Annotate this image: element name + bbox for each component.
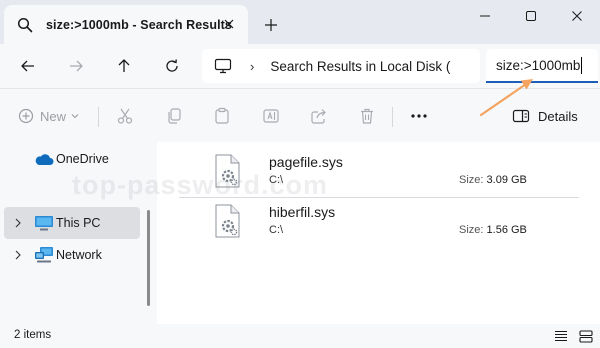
- file-list: pagefile.sys C:\ Size: 3.09 GB hiberfil.…: [157, 142, 600, 324]
- share-button[interactable]: [306, 103, 332, 129]
- computer-icon: [214, 57, 234, 75]
- file-name: pagefile.sys: [269, 154, 343, 170]
- toolbar-divider: [392, 107, 393, 127]
- sidebar-item-label: OneDrive: [56, 152, 109, 166]
- forward-button[interactable]: [63, 53, 89, 79]
- rename-icon: [263, 109, 279, 123]
- system-file-icon: [215, 204, 240, 238]
- chevron-down-icon: [71, 114, 79, 119]
- toolbar-divider: [98, 107, 99, 127]
- navigation-pane: OneDrive This PC Network: [0, 142, 157, 324]
- search-query: size:>1000mb: [496, 57, 581, 73]
- delete-button[interactable]: [354, 103, 380, 129]
- file-size-label: Size:: [459, 224, 484, 236]
- file-size: Size: 3.09 GB: [459, 174, 527, 186]
- new-button[interactable]: New: [18, 103, 88, 129]
- breadcrumb-separator[interactable]: ›: [250, 59, 254, 74]
- title-bar: size:>1000mb - Search Results: [0, 0, 600, 44]
- breadcrumb-location[interactable]: Search Results in Local Disk (: [270, 59, 450, 74]
- plus-circle-icon: [18, 108, 34, 124]
- search-input[interactable]: size:>1000mb: [486, 49, 598, 83]
- close-window-button[interactable]: [554, 0, 600, 32]
- arrow-up-icon: [118, 59, 130, 72]
- file-row[interactable]: pagefile.sys C:\ Size: 3.09 GB: [179, 148, 579, 196]
- chevron-right-icon[interactable]: [13, 250, 23, 260]
- file-row[interactable]: hiberfil.sys C:\ Size: 1.56 GB: [179, 198, 579, 246]
- file-path: C:\: [269, 224, 284, 236]
- file-size-value: 3.09 GB: [486, 174, 527, 186]
- tiles-view-icon: [579, 329, 593, 343]
- copy-icon: [168, 108, 181, 124]
- minimize-button[interactable]: [462, 0, 508, 32]
- details-view-icon: [555, 330, 567, 342]
- navigation-bar: › Search Results in Local Disk ( size:>1…: [0, 44, 600, 88]
- copy-button[interactable]: [161, 103, 187, 129]
- sidebar-item-this-pc[interactable]: This PC: [4, 207, 140, 239]
- new-tab-button[interactable]: [260, 14, 282, 36]
- file-size-value: 1.56 GB: [486, 224, 527, 236]
- close-tab-icon[interactable]: [220, 15, 238, 33]
- monitor-icon: [34, 214, 54, 232]
- details-label: Details: [538, 108, 578, 124]
- network-icon: [34, 246, 54, 264]
- status-bar: 2 items: [0, 324, 600, 348]
- tab-title: size:>1000mb - Search Results: [46, 17, 232, 32]
- item-count: 2 items: [14, 329, 52, 341]
- refresh-icon: [166, 59, 178, 72]
- tab-search-results[interactable]: size:>1000mb - Search Results: [4, 5, 248, 44]
- text-caret: [581, 56, 583, 74]
- up-button[interactable]: [111, 53, 137, 79]
- sidebar-item-label: Network: [56, 248, 102, 262]
- arrow-right-icon: [70, 60, 83, 72]
- back-button[interactable]: [15, 53, 41, 79]
- details-pane-button[interactable]: Details: [512, 103, 592, 129]
- maximize-button[interactable]: [508, 0, 554, 32]
- more-icon: [411, 114, 427, 118]
- address-bar[interactable]: › Search Results in Local Disk (: [202, 49, 480, 83]
- cloud-icon: [34, 150, 54, 168]
- plus-icon: [265, 19, 277, 31]
- scissors-icon: [117, 108, 133, 124]
- arrow-left-icon: [21, 60, 34, 72]
- sidebar-item-onedrive[interactable]: OneDrive: [4, 143, 140, 175]
- share-icon: [311, 109, 326, 124]
- more-options-button[interactable]: [406, 103, 432, 129]
- chevron-right-icon[interactable]: [13, 218, 23, 228]
- rename-button[interactable]: [258, 103, 284, 129]
- details-pane-icon: [512, 109, 530, 123]
- search-icon: [16, 16, 34, 34]
- file-name: hiberfil.sys: [269, 204, 336, 220]
- details-view-button[interactable]: [553, 328, 569, 344]
- system-file-icon: [215, 154, 240, 188]
- command-bar: New Details: [0, 88, 600, 142]
- file-size: Size: 1.56 GB: [459, 224, 527, 236]
- sidebar-scrollbar[interactable]: [147, 210, 150, 306]
- refresh-button[interactable]: [159, 53, 185, 79]
- file-path: C:\: [269, 174, 284, 186]
- maximize-icon: [526, 11, 536, 21]
- minimize-icon: [480, 15, 490, 17]
- clipboard-icon: [215, 107, 229, 124]
- cut-button[interactable]: [112, 103, 138, 129]
- close-icon: [572, 11, 582, 21]
- paste-button[interactable]: [209, 103, 235, 129]
- sidebar-item-network[interactable]: Network: [4, 239, 140, 271]
- trash-icon: [361, 108, 373, 124]
- tiles-view-button[interactable]: [578, 328, 594, 344]
- file-size-label: Size:: [459, 174, 484, 186]
- new-button-label: New: [40, 108, 67, 124]
- sidebar-item-label: This PC: [56, 216, 101, 230]
